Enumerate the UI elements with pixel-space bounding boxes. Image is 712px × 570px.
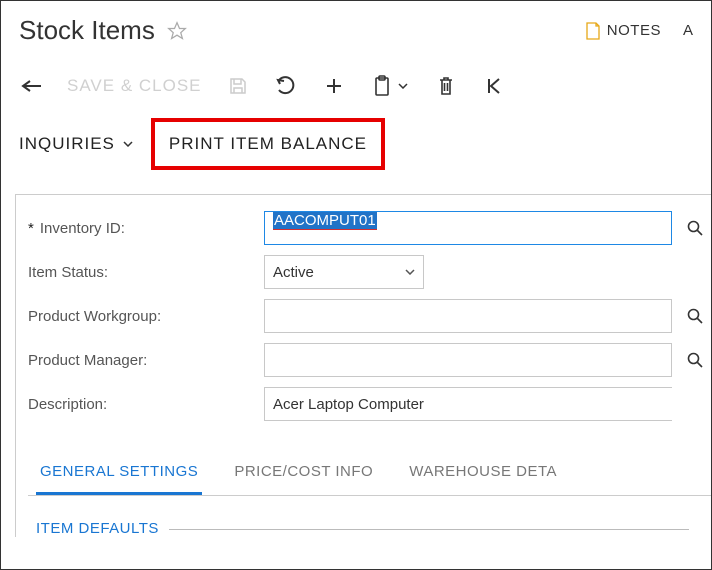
notes-icon <box>585 22 601 40</box>
add-button[interactable] <box>322 74 346 98</box>
tab-general-settings[interactable]: GENERAL SETTINGS <box>36 455 202 495</box>
item-defaults-section: ITEM DEFAULTS <box>36 520 711 537</box>
delete-button[interactable] <box>434 74 458 98</box>
inventory-id-value: AACOMPUT01 <box>273 212 377 230</box>
first-record-button[interactable] <box>482 74 506 98</box>
tab-price-cost-info[interactable]: PRICE/COST INFO <box>230 455 377 495</box>
search-icon[interactable] <box>687 308 703 324</box>
favorite-star-icon[interactable] <box>167 21 187 41</box>
search-icon[interactable] <box>687 220 703 236</box>
item-status-label: Item Status: <box>28 264 264 281</box>
clipboard-dropdown-icon[interactable] <box>396 74 410 98</box>
product-manager-label: Product Manager: <box>28 352 264 369</box>
header-cutoff-text: A <box>683 22 693 39</box>
product-manager-field[interactable] <box>264 343 672 377</box>
notes-label: NOTES <box>607 22 661 39</box>
inquiries-label: INQUIRIES <box>19 134 115 154</box>
back-button[interactable] <box>19 74 43 98</box>
clipboard-button[interactable] <box>370 74 394 98</box>
product-workgroup-label: Product Workgroup: <box>28 308 264 325</box>
inventory-id-label: * Inventory ID: <box>28 220 264 237</box>
chevron-down-icon <box>123 141 133 147</box>
tab-bar: GENERAL SETTINGS PRICE/COST INFO WAREHOU… <box>28 431 711 496</box>
item-status-dropdown[interactable]: Active <box>264 255 424 289</box>
search-icon[interactable] <box>687 352 703 368</box>
description-label: Description: <box>28 396 264 413</box>
undo-button[interactable] <box>274 74 298 98</box>
notes-button[interactable]: NOTES <box>585 22 661 40</box>
product-workgroup-field[interactable] <box>264 299 672 333</box>
page-title: Stock Items <box>19 15 155 46</box>
description-field[interactable] <box>264 387 672 421</box>
required-star-icon: * <box>28 220 34 237</box>
item-status-value: Active <box>273 264 314 281</box>
save-icon <box>226 74 250 98</box>
print-item-balance-button[interactable]: PRINT ITEM BALANCE <box>151 118 385 170</box>
inquiries-menu[interactable]: INQUIRIES <box>19 134 133 154</box>
inventory-id-field[interactable]: AACOMPUT01 <box>264 211 672 245</box>
tab-warehouse-details[interactable]: WAREHOUSE DETA <box>405 455 561 495</box>
save-close-button: SAVE & CLOSE <box>67 76 202 96</box>
chevron-down-icon <box>405 269 415 275</box>
form-panel: * Inventory ID: AACOMPUT01 Item Status: … <box>15 194 711 537</box>
